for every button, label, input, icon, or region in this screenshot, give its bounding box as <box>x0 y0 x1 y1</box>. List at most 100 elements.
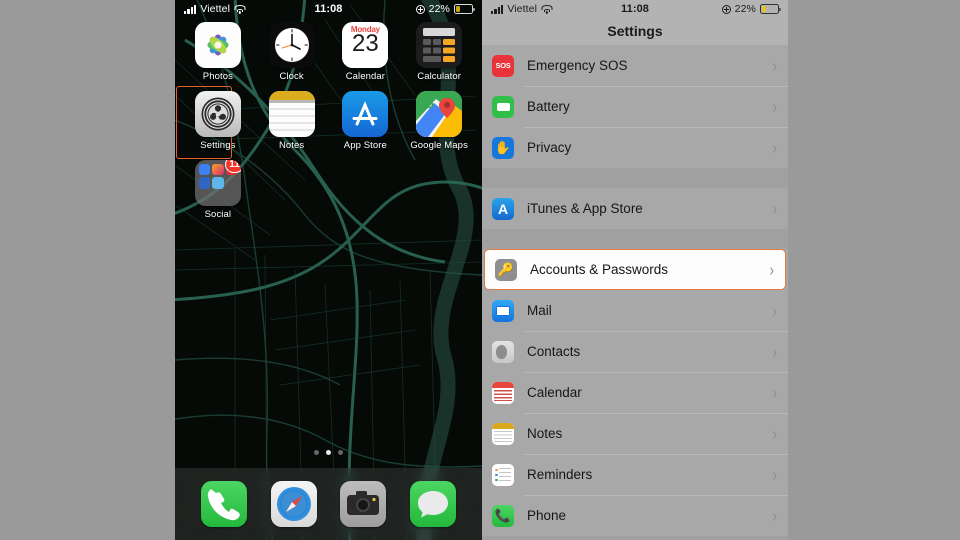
left-status-bar: Viettel 11:08 22% <box>175 0 482 18</box>
app-label: Calendar <box>345 71 386 82</box>
mail-icon <box>492 299 514 322</box>
chevron-right-icon: › <box>772 341 777 362</box>
home-app-grid: Photos Clock Monday 23 Calendar Calculat… <box>175 22 482 220</box>
emergency-sos-icon: SOS <box>492 54 514 77</box>
contacts-icon <box>492 340 514 363</box>
battery-percent-label: 22% <box>734 3 756 15</box>
reminders-icon <box>492 463 514 486</box>
settings-nav-bar: Viettel 11:08 22% Settings <box>482 0 788 45</box>
screenshot-root: Viettel 11:08 22% Photos Clock Monday 23… <box>0 0 960 540</box>
settings-row-battery[interactable]: Battery › <box>482 86 788 127</box>
battery-icon <box>454 4 475 14</box>
app-calendar[interactable]: Monday 23 Calendar <box>329 22 403 82</box>
phone-settings-icon: 📞 <box>492 504 514 527</box>
settings-row-accounts-passwords[interactable]: 🔑 Accounts & Passwords › <box>484 249 786 290</box>
battery-percent-label: 22% <box>428 3 450 15</box>
app-label: Clock <box>279 71 304 82</box>
google-maps-icon: G <box>416 91 463 137</box>
messages-bubble-icon[interactable] <box>410 481 457 527</box>
page-dot[interactable] <box>314 450 319 455</box>
folder-badge: 11 <box>225 160 241 173</box>
row-label: Reminders <box>527 467 593 482</box>
status-right: 22% <box>415 3 475 15</box>
app-label: Notes <box>278 140 305 151</box>
settings-row-reminders[interactable]: Reminders › <box>482 454 788 495</box>
status-right: 22% <box>721 3 781 15</box>
chevron-right-icon: › <box>772 137 777 158</box>
app-photos[interactable]: Photos <box>181 22 255 82</box>
row-label: Notes <box>527 426 563 441</box>
page-dot-active[interactable] <box>326 450 331 455</box>
row-label: Privacy <box>527 140 572 155</box>
mini-icon-instagram <box>212 164 224 176</box>
chevron-right-icon: › <box>772 505 777 526</box>
app-label: Settings <box>200 140 236 151</box>
row-label: Battery <box>527 99 570 114</box>
app-store-icon <box>342 91 389 137</box>
page-dots <box>175 450 482 455</box>
app-label: Social <box>204 209 232 220</box>
app-clock[interactable]: Clock <box>255 22 329 82</box>
row-label: iTunes & App Store <box>527 201 643 216</box>
settings-group-system: SOS Emergency SOS › Battery › ✋ Privacy … <box>482 45 788 168</box>
app-settings[interactable]: Settings <box>176 86 255 159</box>
app-calculator[interactable]: Calculator <box>402 22 476 82</box>
calendar-icon: Monday 23 <box>342 22 389 68</box>
app-label: Calculator <box>417 71 462 82</box>
notes-icon <box>268 91 315 137</box>
mini-icon-messenger <box>198 164 211 176</box>
row-label: Contacts <box>527 344 581 359</box>
home-dock <box>175 468 482 540</box>
chevron-right-icon: › <box>772 423 777 444</box>
app-notes[interactable]: Notes <box>255 91 329 151</box>
row-label: Calendar <box>527 385 582 400</box>
section-divider <box>482 168 788 188</box>
settings-group-accounts: 🔑 Accounts & Passwords › Mail › Contacts… <box>482 249 788 536</box>
calculator-icon <box>416 22 463 68</box>
calendar-date: 23 <box>352 30 379 57</box>
calendar-settings-icon <box>492 381 514 404</box>
settings-row-privacy[interactable]: ✋ Privacy › <box>482 127 788 168</box>
row-label: Phone <box>527 508 567 523</box>
app-label: Photos <box>202 71 233 82</box>
settings-group-store: A iTunes & App Store › <box>482 188 788 229</box>
folder-icon: 11 <box>194 160 241 206</box>
iphone-home-screen: Viettel 11:08 22% Photos Clock Monday 23… <box>175 0 482 540</box>
chevron-right-icon: › <box>772 382 777 403</box>
battery-settings-icon <box>492 95 514 118</box>
location-arrow-icon <box>721 4 731 14</box>
safari-compass-icon[interactable] <box>270 481 317 527</box>
section-divider <box>482 229 788 249</box>
camera-icon[interactable] <box>340 481 387 527</box>
page-title: Settings <box>607 23 663 39</box>
app-label: Google Maps <box>410 140 468 151</box>
svg-text:G: G <box>424 96 434 111</box>
right-status-bar: Viettel 11:08 22% <box>482 0 788 18</box>
location-arrow-icon <box>415 4 425 14</box>
accounts-passwords-key-icon: 🔑 <box>495 258 517 281</box>
settings-row-notes[interactable]: Notes › <box>482 413 788 454</box>
mini-icon-app <box>212 177 224 189</box>
row-label: Emergency SOS <box>527 58 628 73</box>
chevron-right-icon: › <box>772 300 777 321</box>
settings-list[interactable]: SOS Emergency SOS › Battery › ✋ Privacy … <box>482 45 788 540</box>
phone-icon[interactable] <box>200 481 247 527</box>
app-folder-social[interactable]: 11 Social <box>181 160 255 220</box>
settings-row-contacts[interactable]: Contacts › <box>482 331 788 372</box>
mini-icon-facebook <box>198 177 211 189</box>
app-label: App Store <box>343 140 387 151</box>
settings-row-phone[interactable]: 📞 Phone › <box>482 495 788 536</box>
page-dot[interactable] <box>338 450 343 455</box>
chevron-right-icon: › <box>772 96 777 117</box>
app-app-store[interactable]: App Store <box>329 91 403 151</box>
settings-row-emergency-sos[interactable]: SOS Emergency SOS › <box>482 45 788 86</box>
chevron-right-icon: › <box>772 55 777 76</box>
notes-settings-icon <box>492 422 514 445</box>
privacy-hand-icon: ✋ <box>492 136 514 159</box>
app-google-maps[interactable]: G Google Maps <box>402 91 476 151</box>
chevron-right-icon: › <box>769 259 774 280</box>
chevron-right-icon: › <box>772 464 777 485</box>
settings-row-itunes-app-store[interactable]: A iTunes & App Store › <box>482 188 788 229</box>
settings-row-calendar[interactable]: Calendar › <box>482 372 788 413</box>
settings-row-mail[interactable]: Mail › <box>482 290 788 331</box>
